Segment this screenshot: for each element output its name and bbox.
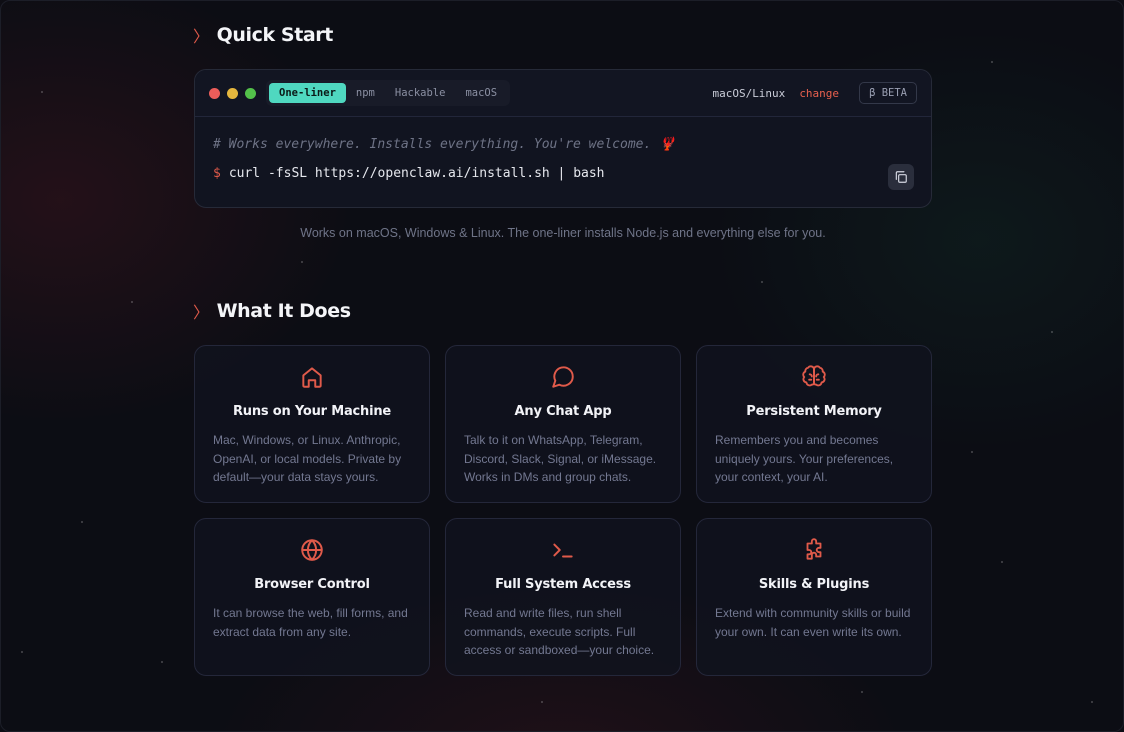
feature-title: Runs on Your Machine [232,404,392,419]
terminal-icon [553,543,573,558]
home-icon [302,367,322,388]
beta-badge[interactable]: β BETA [859,82,917,104]
feature-title: Browser Control [254,577,370,592]
tab-hackable[interactable]: Hackable [385,83,456,103]
chevron-right-icon: 〉 [193,303,209,322]
feature-card-persistent-memory: Persistent Memory Remembers you and beco… [696,345,932,503]
tab-macos[interactable]: macOS [455,83,507,103]
feature-card-skills-plugins: Skills & Plugins Extend with community s… [696,518,932,676]
change-os-link[interactable]: change [799,87,839,100]
feature-title: Any Chat App [514,404,612,419]
terminal-body: # Works everywhere. Installs everything.… [195,117,931,201]
feature-title: Skills & Plugins [758,577,870,592]
feature-description: Extend with community skills or build yo… [715,606,911,639]
chevron-right-icon: 〉 [193,27,209,46]
feature-description: Remembers you and becomes uniquely yours… [715,433,894,484]
quick-start-title: Quick Start [216,24,334,46]
feature-description: It can browse the web, fill forms, and e… [213,606,408,639]
feature-title: Persistent Memory [746,404,882,419]
feature-description: Mac, Windows, or Linux. Anthropic, OpenA… [213,433,402,484]
shell-prompt: $ [213,166,221,181]
feature-card-browser-control: Browser Control It can browse the web, f… [194,518,430,676]
window-dot-red-icon [209,87,220,99]
feature-card-any-chat-app: Any Chat App Talk to it on WhatsApp, Tel… [445,345,681,503]
terminal-comment: # Works everywhere. Installs everything.… [213,137,676,152]
feature-description: Read and write files, run shell commands… [464,606,655,657]
brain-icon [802,365,826,387]
window-dot-green-icon [245,87,256,99]
install-terminal: One-liner npm Hackable macOS macOS/Linux… [194,69,932,208]
terminal-header-right: macOS/Linux change β BETA [712,82,917,104]
feature-description: Talk to it on WhatsApp, Telegram, Discor… [464,433,657,484]
tab-one-liner[interactable]: One-liner [269,83,346,103]
tab-npm[interactable]: npm [346,83,385,103]
copy-icon [895,171,907,183]
what-it-does-heading: 〉 What It Does [193,299,351,323]
feature-card-runs-on-machine: Runs on Your Machine Mac, Windows, or Li… [194,345,430,503]
install-command[interactable]: curl -fsSL https://openclaw.ai/install.s… [229,166,605,181]
terminal-header: One-liner npm Hackable macOS macOS/Linux… [195,70,931,117]
puzzle-icon [806,538,822,560]
os-label: macOS/Linux [712,86,786,100]
install-method-tabs: One-liner npm Hackable macOS [266,80,511,106]
chat-bubble-icon [552,366,574,388]
window-dot-yellow-icon [227,87,238,99]
globe-icon [301,539,323,561]
copy-button[interactable] [888,164,914,190]
command-line: $ curl -fsSL https://openclaw.ai/install… [213,166,913,181]
page: 〉 Quick Start One-liner npm Hackable mac… [0,0,1124,732]
feature-title: Full System Access [495,577,631,592]
quick-start-heading: 〉 Quick Start [193,23,333,47]
what-it-does-title: What It Does [216,300,351,322]
feature-card-full-system-access: Full System Access Read and write files,… [445,518,681,676]
install-note: Works on macOS, Windows & Linux. The one… [300,226,826,240]
